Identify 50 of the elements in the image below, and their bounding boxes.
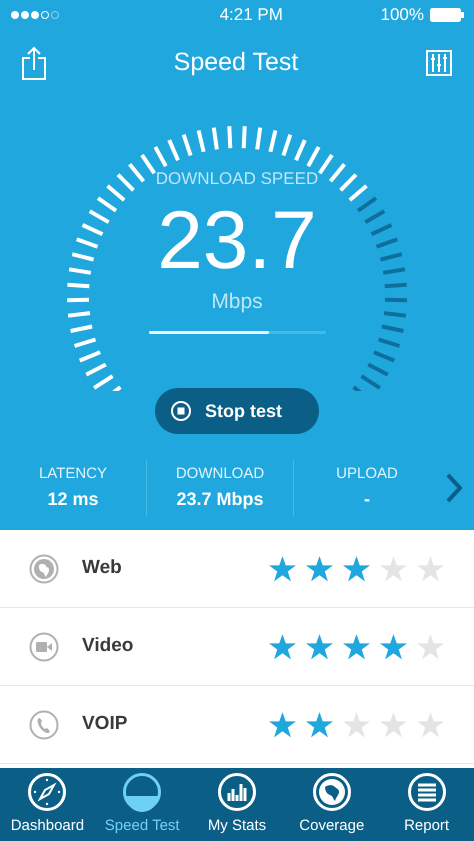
phone-icon (29, 710, 59, 740)
tab-item[interactable]: Coverage (284, 772, 380, 838)
stat-value: 23.7 Mbps (176, 488, 264, 511)
speed-value: 23.7 (157, 196, 317, 286)
tab-item[interactable]: Dashboard (0, 772, 95, 838)
stop-button[interactable]: Stop test (155, 388, 319, 434)
video-camera-icon (29, 632, 59, 662)
star-icon (343, 634, 370, 660)
star-icon (343, 712, 370, 738)
settings-icon[interactable] (426, 50, 452, 76)
tab-item[interactable]: Report (379, 772, 474, 838)
star-icon (380, 634, 407, 660)
stat-label: DOWNLOAD (176, 464, 264, 484)
screen-title: Speed Test (174, 47, 298, 78)
stat-label: LATENCY (38, 464, 108, 484)
globe-icon (312, 772, 352, 812)
compass-icon (27, 772, 68, 812)
gauge-label: DOWNLOAD SPEED (156, 168, 318, 190)
stop-icon (171, 401, 191, 421)
star-icon (269, 556, 296, 582)
speedometer-icon (122, 772, 162, 812)
rating-label: VOIP (82, 712, 128, 736)
star-icon (380, 712, 407, 738)
share-icon[interactable] (22, 46, 46, 80)
globe-icon (29, 554, 59, 584)
bar-chart-icon (216, 772, 257, 812)
star-icon (306, 634, 333, 660)
star-icon (269, 634, 296, 660)
star-icon (417, 712, 444, 738)
status-time: 4:21 PM (220, 4, 283, 26)
star-icon (306, 556, 333, 582)
stat-label: UPLOAD (336, 464, 398, 484)
star-icon (417, 556, 444, 582)
rating-label: Web (82, 556, 123, 580)
stat-value: - (364, 488, 370, 511)
star-icon (343, 556, 370, 582)
tab-item[interactable]: My Stats (190, 772, 284, 838)
chevron-right-icon[interactable] (446, 473, 462, 503)
battery-percent: 100% (380, 4, 424, 26)
star-icon (269, 712, 296, 738)
star-icon (306, 712, 333, 738)
stat-value: 12 ms (47, 488, 99, 511)
battery-icon (430, 8, 464, 22)
list-icon (406, 772, 447, 812)
rating-label: Video (82, 634, 134, 658)
star-icon (380, 556, 407, 582)
speed-unit: Mbps (211, 288, 263, 314)
signal-icon (10, 10, 62, 20)
tab-item[interactable]: Speed Test (94, 772, 190, 838)
star-icon (417, 634, 444, 660)
